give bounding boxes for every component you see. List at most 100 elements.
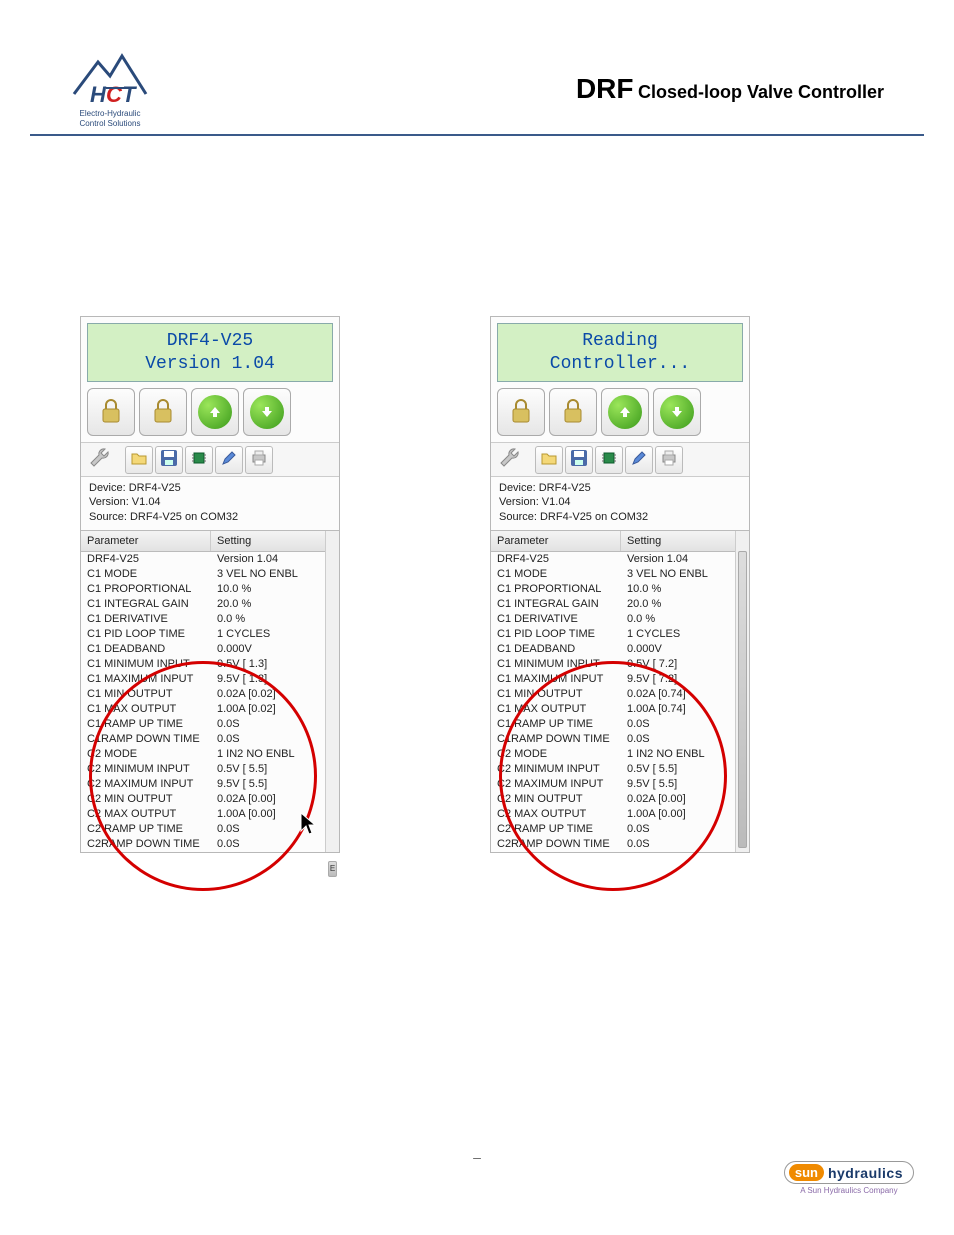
- svg-text:T: T: [122, 82, 137, 107]
- scrollbar-thumb[interactable]: E: [328, 861, 337, 877]
- panel-title: DRF4-V25Version 1.04: [87, 323, 333, 382]
- table-row[interactable]: C1 MAX OUTPUT1.00A [0.02]: [81, 702, 339, 717]
- cell-parameter: C1 MAXIMUM INPUT: [81, 672, 211, 687]
- parameter-table: ParameterSettingDRF4-V25Version 1.04C1 M…: [491, 530, 749, 852]
- page-header: H C T Electro-Hydraulic Control Solution…: [30, 0, 924, 136]
- cell-setting: 1 IN2 NO ENBL: [621, 747, 749, 762]
- panels-container: DRF4-V25Version 1.04 Device: DRF4-V25Vers…: [0, 136, 954, 853]
- table-row[interactable]: C2 RAMP UP TIME0.0S: [81, 822, 339, 837]
- cell-parameter: C1 MINIMUM INPUT: [81, 657, 211, 672]
- table-row[interactable]: C1 DERIVATIVE0.0 %: [491, 612, 749, 627]
- cell-parameter: C2 MODE: [81, 747, 211, 762]
- table-row[interactable]: DRF4-V25Version 1.04: [81, 552, 339, 567]
- edit-button[interactable]: [215, 446, 243, 474]
- toolbar: [81, 442, 339, 477]
- table-row[interactable]: C1 DEADBAND0.000V: [491, 642, 749, 657]
- brand-text: hydraulics: [828, 1165, 903, 1181]
- meta-source: Source: DRF4-V25 on COM32: [499, 510, 741, 524]
- arrow-down-icon: [660, 395, 694, 429]
- table-row[interactable]: C2 MODE1 IN2 NO ENBL: [491, 747, 749, 762]
- panel-title-line1: Reading: [498, 330, 742, 353]
- table-row[interactable]: C1 INTEGRAL GAIN20.0 %: [81, 597, 339, 612]
- cell-setting: 0.5V [ 7.2]: [621, 657, 749, 672]
- table-row[interactable]: C2 RAMP UP TIME0.0S: [491, 822, 749, 837]
- cell-parameter: C1 RAMP UP TIME: [81, 717, 211, 732]
- print-button[interactable]: [245, 446, 273, 474]
- table-row[interactable]: C1 MINIMUM INPUT0.5V [ 7.2]: [491, 657, 749, 672]
- table-row[interactable]: C2 MAX OUTPUT1.00A [0.00]: [81, 807, 339, 822]
- open-button[interactable]: [535, 446, 563, 474]
- table-row[interactable]: DRF4-V25Version 1.04: [491, 552, 749, 567]
- print-button[interactable]: [655, 446, 683, 474]
- cell-setting: 0.0 %: [621, 612, 749, 627]
- cell-parameter: C1 MAX OUTPUT: [491, 702, 621, 717]
- table-row[interactable]: C1 MODE3 VEL NO ENBL: [81, 567, 339, 582]
- download-button[interactable]: [243, 388, 291, 436]
- table-row[interactable]: C2RAMP DOWN TIME0.0S: [81, 837, 339, 852]
- table-row[interactable]: C1 PROPORTIONAL10.0 %: [81, 582, 339, 597]
- upload-button[interactable]: [191, 388, 239, 436]
- device-button[interactable]: [595, 446, 623, 474]
- cell-setting: 0.5V [ 5.5]: [621, 762, 749, 777]
- device-meta: Device: DRF4-V25Version: V1.04Source: DR…: [491, 477, 749, 530]
- scrollbar-thumb[interactable]: [738, 551, 747, 848]
- cell-setting: 0.02A [0.00]: [211, 792, 339, 807]
- download-button[interactable]: [653, 388, 701, 436]
- cell-parameter: C2 MODE: [491, 747, 621, 762]
- table-row[interactable]: C1 MINIMUM INPUT0.5V [ 1.3]: [81, 657, 339, 672]
- table-row[interactable]: C2 MAXIMUM INPUT9.5V [ 5.5]: [491, 777, 749, 792]
- panel-title-line2: Version 1.04: [88, 353, 332, 376]
- table-row[interactable]: C1 RAMP UP TIME0.0S: [81, 717, 339, 732]
- lock-button-2[interactable]: [549, 388, 597, 436]
- table-row[interactable]: C1 RAMP UP TIME0.0S: [491, 717, 749, 732]
- arrow-up-icon: [608, 395, 642, 429]
- table-row[interactable]: C1 MODE3 VEL NO ENBL: [491, 567, 749, 582]
- cell-parameter: C1 INTEGRAL GAIN: [491, 597, 621, 612]
- save-button[interactable]: [565, 446, 593, 474]
- table-row[interactable]: C1RAMP DOWN TIME0.0S: [81, 732, 339, 747]
- table-row[interactable]: C2 MIN OUTPUT0.02A [0.00]: [81, 792, 339, 807]
- edit-button[interactable]: [625, 446, 653, 474]
- cell-parameter: C1 PROPORTIONAL: [81, 582, 211, 597]
- table-row[interactable]: C1 MIN OUTPUT0.02A [0.02]: [81, 687, 339, 702]
- table-row[interactable]: C1 PROPORTIONAL10.0 %: [491, 582, 749, 597]
- cell-setting: 0.0S: [211, 837, 339, 852]
- table-row[interactable]: C2 MIN OUTPUT0.02A [0.00]: [491, 792, 749, 807]
- cell-setting: 0.02A [0.00]: [621, 792, 749, 807]
- sun-hydraulics-brand: sun hydraulics: [784, 1161, 914, 1184]
- lock-button-1[interactable]: [87, 388, 135, 436]
- open-button[interactable]: [125, 446, 153, 474]
- table-row[interactable]: C2 MINIMUM INPUT0.5V [ 5.5]: [491, 762, 749, 777]
- logo-tagline-1: Electro-Hydraulic: [80, 110, 141, 118]
- table-row[interactable]: C2 MINIMUM INPUT0.5V [ 5.5]: [81, 762, 339, 777]
- table-row[interactable]: C2RAMP DOWN TIME0.0S: [491, 837, 749, 852]
- table-row[interactable]: C1 DERIVATIVE0.0 %: [81, 612, 339, 627]
- table-row[interactable]: C2 MAX OUTPUT1.00A [0.00]: [491, 807, 749, 822]
- col-parameter: Parameter: [81, 531, 211, 551]
- table-row[interactable]: C2 MAXIMUM INPUT9.5V [ 5.5]: [81, 777, 339, 792]
- lock-button-1[interactable]: [497, 388, 545, 436]
- cell-setting: 9.5V [ 1.3]: [211, 672, 339, 687]
- upload-button[interactable]: [601, 388, 649, 436]
- device-button[interactable]: [185, 446, 213, 474]
- table-row[interactable]: C1RAMP DOWN TIME0.0S: [491, 732, 749, 747]
- table-row[interactable]: C1 INTEGRAL GAIN20.0 %: [491, 597, 749, 612]
- scrollbar[interactable]: [735, 531, 749, 852]
- table-row[interactable]: C1 MIN OUTPUT0.02A [0.74]: [491, 687, 749, 702]
- table-row[interactable]: C1 MAX OUTPUT1.00A [0.74]: [491, 702, 749, 717]
- table-row[interactable]: C1 PID LOOP TIME1 CYCLES: [81, 627, 339, 642]
- table-row[interactable]: C1 MAXIMUM INPUT9.5V [ 7.2]: [491, 672, 749, 687]
- app-panel: ReadingController...Device: DRF4-V25Vers…: [490, 316, 750, 853]
- cell-setting: 1.00A [0.00]: [621, 807, 749, 822]
- save-button[interactable]: [155, 446, 183, 474]
- cell-parameter: C1 DERIVATIVE: [491, 612, 621, 627]
- table-row[interactable]: C2 MODE1 IN2 NO ENBL: [81, 747, 339, 762]
- table-row[interactable]: C1 DEADBAND0.000V: [81, 642, 339, 657]
- lock-button-2[interactable]: [139, 388, 187, 436]
- table-row[interactable]: C1 MAXIMUM INPUT9.5V [ 1.3]: [81, 672, 339, 687]
- scrollbar[interactable]: E: [325, 531, 339, 852]
- col-setting: Setting: [621, 531, 749, 551]
- cell-parameter: C1 RAMP UP TIME: [491, 717, 621, 732]
- cell-parameter: C1 MINIMUM INPUT: [491, 657, 621, 672]
- table-row[interactable]: C1 PID LOOP TIME1 CYCLES: [491, 627, 749, 642]
